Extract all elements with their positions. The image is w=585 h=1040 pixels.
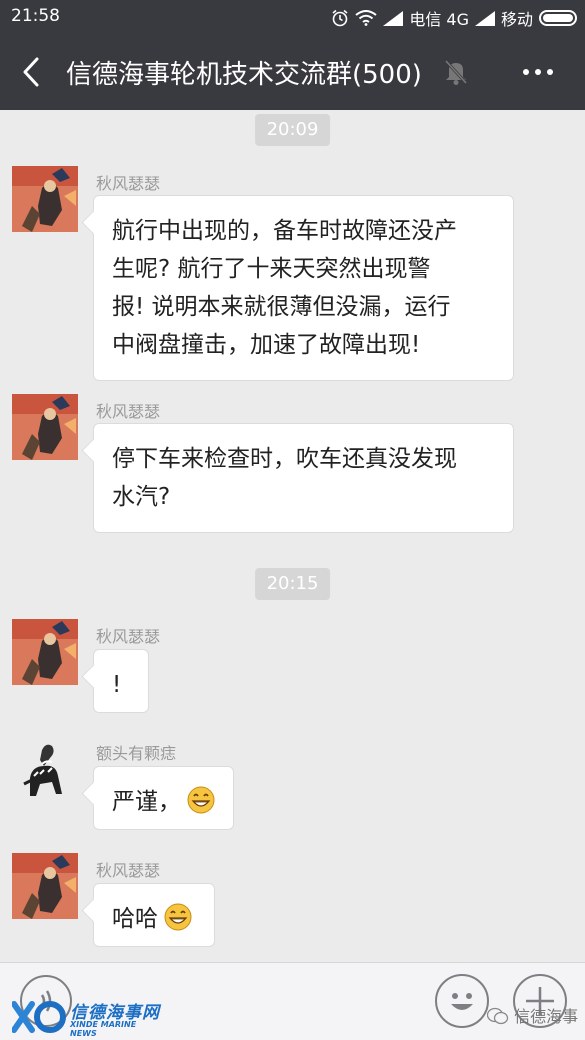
avatar[interactable] [12,853,78,919]
message-line: 中阀盘撞击，加速了故障出现! [112,332,421,358]
logo-text-en: XINDE MARINE NEWS [70,1020,137,1038]
message-bubble[interactable]: 停下车来检查时，吹车还真没发现 水汽? [93,423,514,533]
message-line: 生呢? 航行了十来天突然出现警 [112,256,431,282]
sender-name: 秋风瑟瑟 [96,402,161,421]
chat-header: 信德海事轮机技术交流群(500) [0,34,585,110]
message-bubble[interactable]: 严谨， [93,766,234,830]
message-bubble[interactable]: ! [93,649,149,713]
more-dots-icon[interactable] [521,60,555,84]
sender-name: 秋风瑟瑟 [96,861,161,880]
message-line: 严谨， [112,789,181,815]
timestamp: 20:15 [254,568,331,600]
carrier-1: 电信 4G [409,10,469,29]
chat-title: 信德海事轮机技术交流群(500) [66,60,422,90]
message-line: ! [112,672,122,698]
message-line: 航行中出现的，备车时故障还没产 [112,218,457,244]
grin-emoji-icon [164,903,192,931]
emoji-button[interactable] [435,974,489,1028]
avatar[interactable] [12,394,78,460]
sender-name: 秋风瑟瑟 [96,627,161,646]
status-bar: 21:58 电信 4G 移动 [0,0,585,34]
status-time: 21:58 [11,6,60,26]
alarm-clock-icon [331,9,349,27]
wechat-icon [486,1007,509,1025]
status-icons: 电信 4G 移动 [331,6,577,30]
battery-icon [539,10,577,26]
sender-name: 秋风瑟瑟 [96,174,161,193]
signal-icon [474,10,495,26]
timestamp: 20:09 [254,114,331,146]
back-arrow-icon[interactable] [14,54,50,90]
carrier-2: 移动 [500,10,533,29]
avatar[interactable] [12,166,78,232]
grin-emoji-icon [187,786,215,814]
wechat-label: 信德海事 [514,1007,579,1026]
message-line: 哈哈 [112,906,158,932]
wifi-icon [355,10,377,26]
avatar[interactable] [12,736,78,802]
message-line: 报! 说明本来就很薄但没漏，运行 [112,294,451,320]
signal-icon [383,10,404,26]
wechat-watermark: 信德海事 [486,1003,579,1027]
avatar[interactable] [12,619,78,685]
message-line: 水汽? [112,484,171,510]
xinde-logo: 信德海事网 XINDE MARINE NEWS [11,998,162,1038]
message-bubble[interactable]: 哈哈 [93,883,215,947]
sender-name: 额头有颗痣 [96,744,177,763]
message-line: 停下车来检查时，吹车还真没发现 [112,446,457,472]
mute-bell-icon [443,58,469,86]
message-bubble[interactable]: 航行中出现的，备车时故障还没产 生呢? 航行了十来天突然出现警 报! 说明本来就… [93,195,514,381]
